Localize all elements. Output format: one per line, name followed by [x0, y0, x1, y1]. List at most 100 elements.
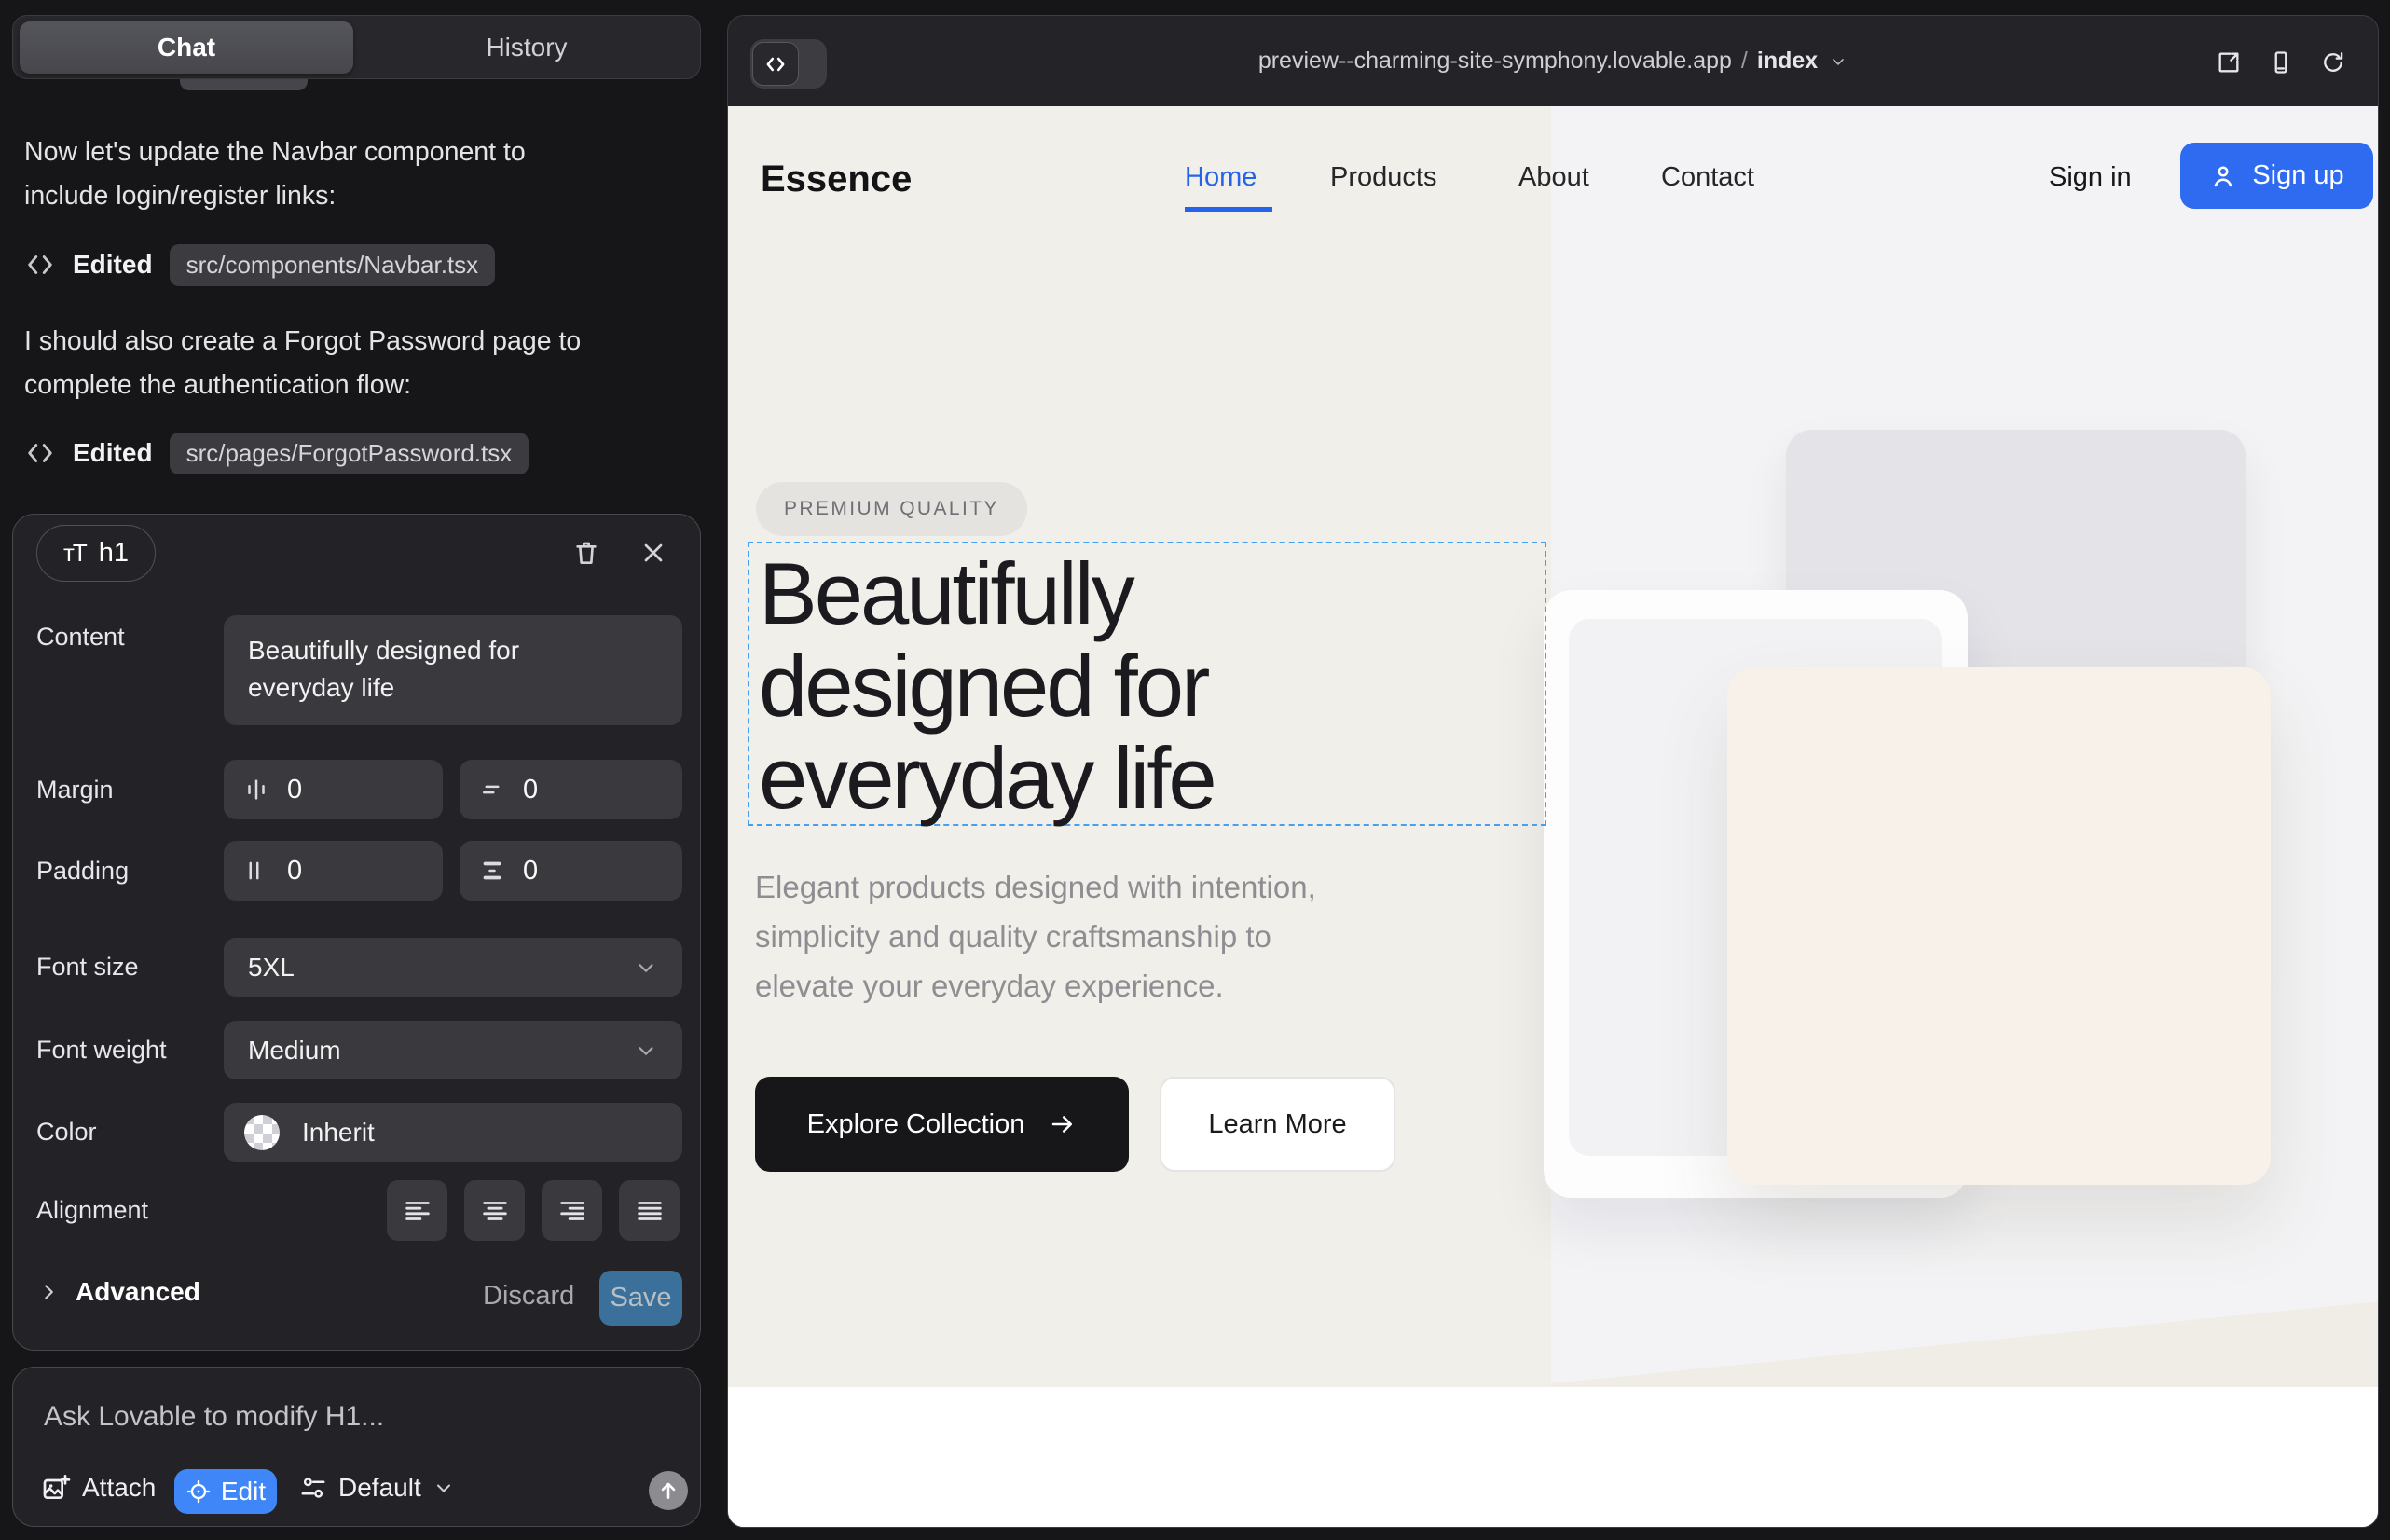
hero-title-line: Beautifully	[759, 547, 1215, 639]
external-link-icon	[2216, 49, 2242, 76]
chevron-down-icon	[634, 956, 658, 980]
hero-card-cream	[1727, 667, 2271, 1185]
edit-mode-button[interactable]: Edit	[174, 1469, 277, 1514]
explore-collection-label: Explore Collection	[807, 1109, 1025, 1140]
tab-history-label: History	[486, 33, 567, 62]
target-icon	[185, 1478, 212, 1505]
arrow-up-icon	[656, 1478, 680, 1503]
advanced-toggle[interactable]: Advanced	[36, 1277, 200, 1307]
margin-horizontal-icon	[242, 776, 270, 804]
align-center-icon	[479, 1195, 511, 1227]
content-input[interactable]: Beautifully designed for everyday life	[224, 615, 682, 725]
margin-x-value: 0	[287, 775, 302, 805]
composer-input[interactable]: Ask Lovable to modify H1...	[44, 1401, 384, 1433]
alignment-label: Alignment	[36, 1196, 148, 1225]
mobile-preview-button[interactable]	[2268, 49, 2294, 76]
page-section-blank	[728, 1387, 2379, 1528]
sliders-icon	[299, 1474, 327, 1502]
code-icon	[24, 249, 56, 281]
selected-element-tag: h1	[99, 538, 129, 569]
learn-more-button[interactable]: Learn More	[1160, 1077, 1395, 1172]
default-label: Default	[338, 1473, 421, 1503]
edit-label: Edit	[221, 1477, 266, 1506]
margin-vertical-icon	[478, 776, 506, 804]
padding-x-input[interactable]: 0	[224, 841, 443, 901]
sign-up-label: Sign up	[2252, 160, 2343, 191]
hero-paragraph: Elegant products designed with intention…	[755, 862, 1316, 1011]
premium-quality-badge: PREMIUM QUALITY	[756, 482, 1027, 536]
url-bar[interactable]: preview--charming-site-symphony.lovable.…	[728, 16, 2378, 106]
color-select[interactable]: Inherit	[224, 1103, 682, 1162]
nav-home[interactable]: Home	[1185, 162, 1257, 193]
nav-home-underline	[1185, 207, 1272, 212]
hero-title-line: everyday life	[759, 732, 1215, 824]
nav-contact[interactable]: Contact	[1661, 162, 1754, 193]
font-size-value: 5XL	[248, 953, 295, 983]
nav-products[interactable]: Products	[1330, 162, 1436, 193]
align-right-icon	[556, 1195, 588, 1227]
send-button[interactable]	[649, 1471, 688, 1510]
delete-element-button[interactable]	[565, 531, 608, 574]
edited-file-badge[interactable]: src/components/Navbar.tsx	[170, 244, 496, 286]
model-default-selector[interactable]: Default	[299, 1473, 455, 1503]
margin-y-value: 0	[523, 775, 538, 805]
align-justify-button[interactable]	[619, 1180, 680, 1241]
hero-paragraph-line: elevate your everyday experience.	[755, 961, 1316, 1011]
attach-image-icon	[41, 1473, 71, 1503]
align-right-button[interactable]	[542, 1180, 602, 1241]
url-host: preview--charming-site-symphony.lovable.…	[1258, 48, 1732, 75]
color-swatch	[244, 1115, 280, 1150]
padding-vertical-icon	[478, 857, 506, 885]
url-page: index	[1757, 48, 1818, 75]
chat-message: Now let's update the Navbar component to…	[24, 131, 690, 218]
align-left-icon	[402, 1195, 433, 1227]
chat-message-line: complete the authentication flow:	[24, 364, 690, 407]
explore-collection-button[interactable]: Explore Collection	[755, 1077, 1129, 1172]
color-value: Inherit	[302, 1118, 375, 1148]
open-external-button[interactable]	[2216, 49, 2242, 76]
chat-message-line: I should also create a Forgot Password p…	[24, 320, 690, 364]
attach-label: Attach	[82, 1473, 156, 1503]
margin-y-input[interactable]: 0	[460, 760, 682, 819]
chat-composer: Ask Lovable to modify H1... Attach Edit …	[12, 1367, 701, 1527]
font-size-label: Font size	[36, 953, 139, 982]
margin-label: Margin	[36, 776, 114, 804]
close-editor-button[interactable]	[632, 531, 675, 574]
app: Chat History Now let's update the Navbar…	[0, 0, 2390, 1540]
save-button[interactable]: Save	[599, 1271, 682, 1326]
font-size-select[interactable]: 5XL	[224, 938, 682, 997]
preview-window: preview--charming-site-symphony.lovable.…	[727, 15, 2379, 1528]
tab-history[interactable]: History	[360, 21, 694, 74]
align-justify-icon	[634, 1195, 666, 1227]
tab-chat[interactable]: Chat	[20, 21, 353, 74]
nav-about[interactable]: About	[1518, 162, 1589, 193]
edited-label: Edited	[73, 438, 153, 468]
sign-in-link[interactable]: Sign in	[2049, 162, 2132, 193]
smartphone-icon	[2268, 49, 2294, 76]
padding-label: Padding	[36, 857, 129, 886]
close-icon	[639, 538, 668, 568]
sign-up-button[interactable]: Sign up	[2180, 143, 2373, 209]
advanced-label: Advanced	[76, 1277, 200, 1307]
padding-x-value: 0	[287, 856, 302, 887]
font-weight-select[interactable]: Medium	[224, 1021, 682, 1079]
refresh-button[interactable]	[2320, 49, 2346, 76]
align-center-button[interactable]	[464, 1180, 525, 1241]
hero-title[interactable]: Beautifully designed for everyday life	[759, 547, 1215, 824]
hero-paragraph-line: Elegant products designed with intention…	[755, 862, 1316, 912]
font-weight-label: Font weight	[36, 1036, 167, 1065]
edited-file-badge[interactable]: src/pages/ForgotPassword.tsx	[170, 433, 529, 474]
site-logo[interactable]: Essence	[761, 158, 912, 200]
attach-button[interactable]: Attach	[41, 1473, 156, 1503]
padding-y-input[interactable]: 0	[460, 841, 682, 901]
chevron-down-icon	[1829, 52, 1847, 71]
selected-element-chip[interactable]: тT h1	[36, 525, 156, 582]
discard-button[interactable]: Discard	[483, 1281, 574, 1312]
margin-x-input[interactable]: 0	[224, 760, 443, 819]
font-weight-value: Medium	[248, 1036, 341, 1066]
chevron-down-icon	[433, 1477, 455, 1499]
align-left-button[interactable]	[387, 1180, 447, 1241]
h1-selection-outline[interactable]: Beautifully designed for everyday life	[748, 542, 1546, 826]
heading-type-icon: тT	[63, 539, 86, 568]
content-label: Content	[36, 623, 125, 652]
